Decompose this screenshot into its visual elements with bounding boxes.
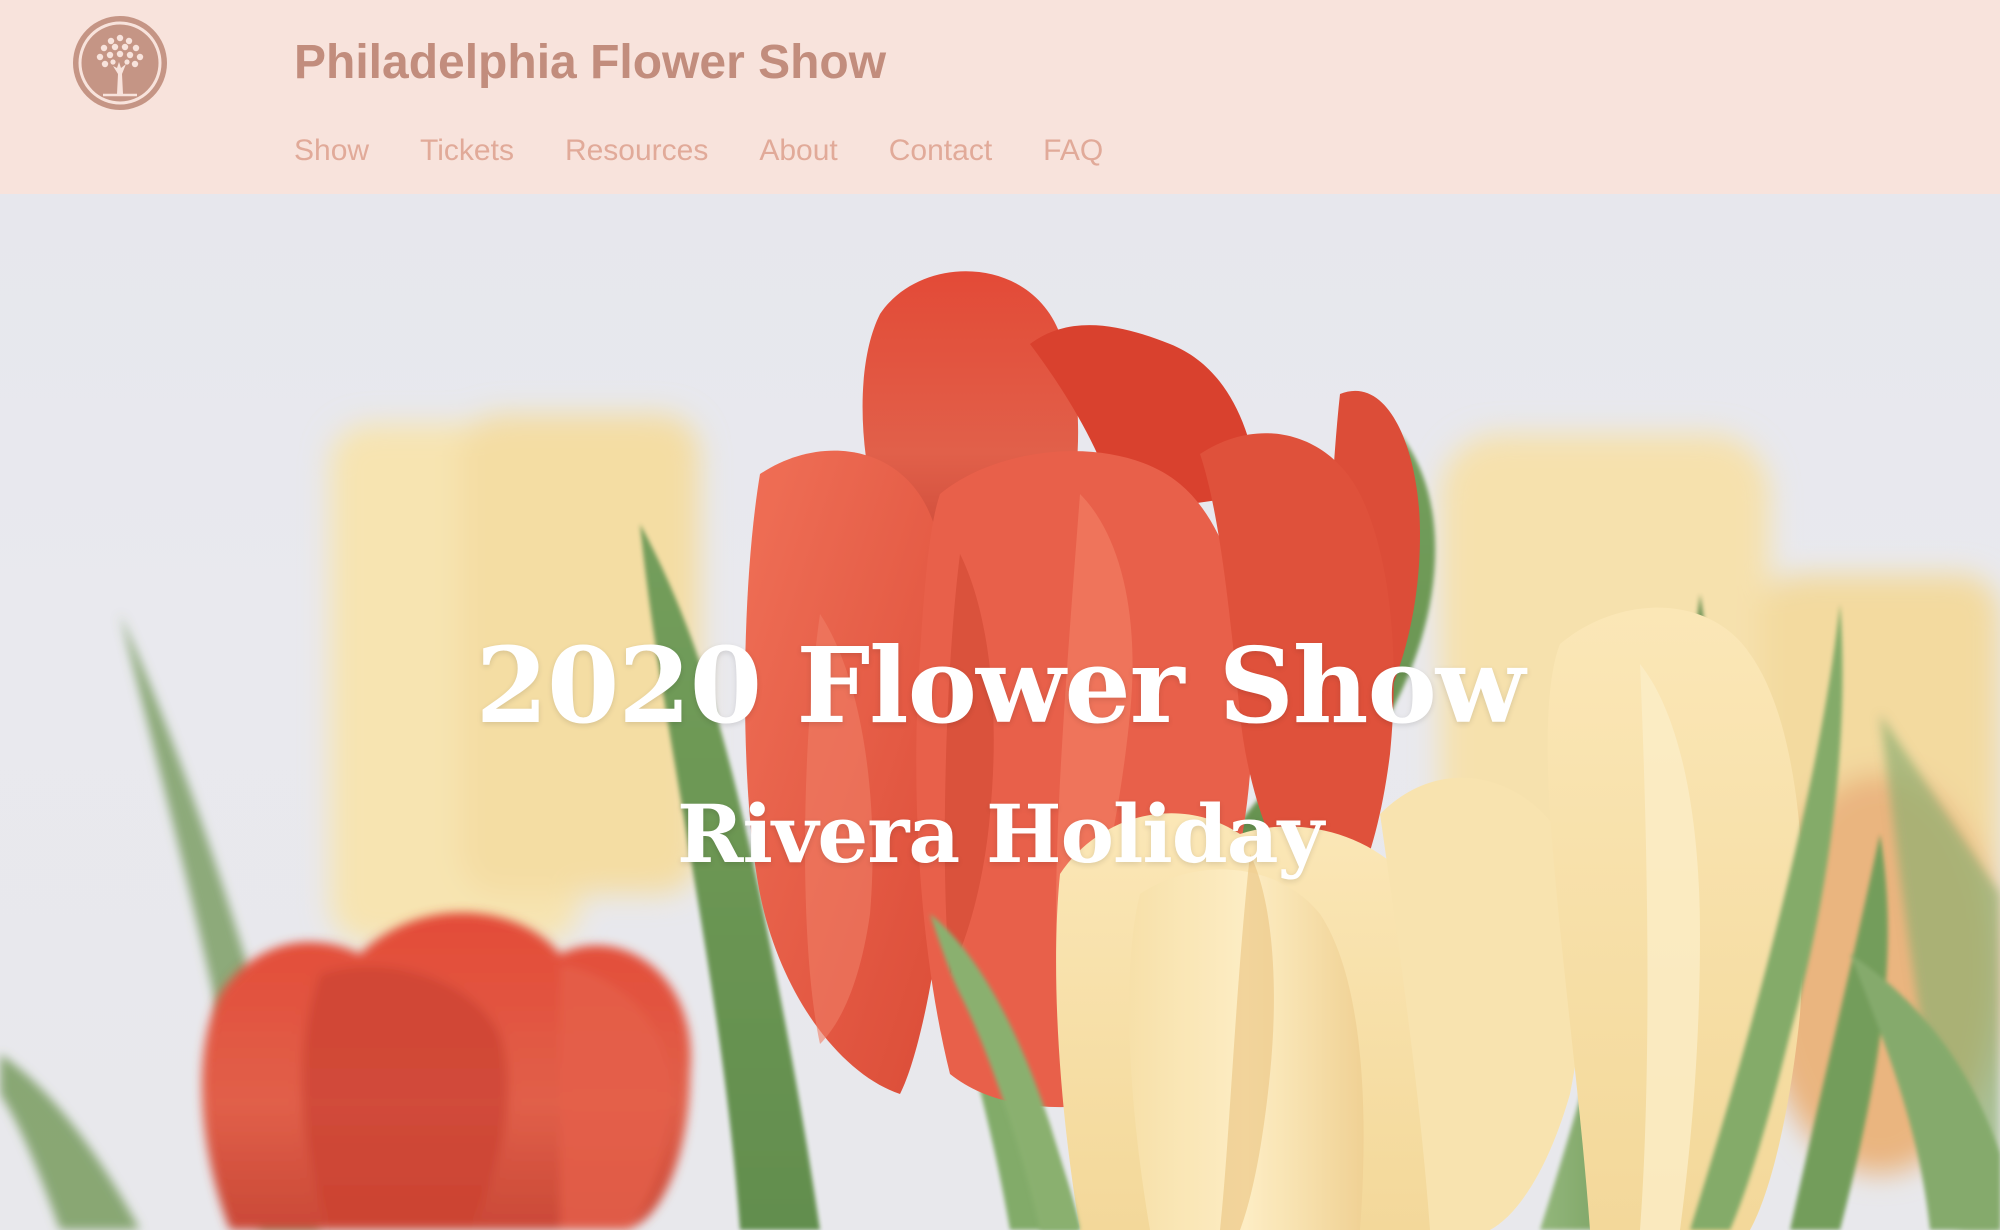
hero-text: 2020 Flower Show Rivera Holiday bbox=[0, 194, 2000, 1230]
tree-icon[interactable] bbox=[73, 16, 167, 110]
hero-banner: 2020 Flower Show Rivera Holiday bbox=[0, 194, 2000, 1230]
nav-show[interactable]: Show bbox=[294, 134, 369, 167]
site-title[interactable]: Philadelphia Flower Show bbox=[294, 30, 886, 96]
nav-about[interactable]: About bbox=[759, 134, 837, 167]
nav-contact[interactable]: Contact bbox=[889, 134, 992, 167]
nav-tickets[interactable]: Tickets bbox=[420, 134, 514, 167]
nav-resources[interactable]: Resources bbox=[565, 134, 708, 167]
hero-subtitle: Rivera Holiday bbox=[676, 787, 1324, 881]
site-header: Philadelphia Flower Show Show Tickets Re… bbox=[0, 0, 2000, 194]
hero-title: 2020 Flower Show bbox=[475, 624, 1526, 747]
nav-faq[interactable]: FAQ bbox=[1043, 134, 1103, 167]
